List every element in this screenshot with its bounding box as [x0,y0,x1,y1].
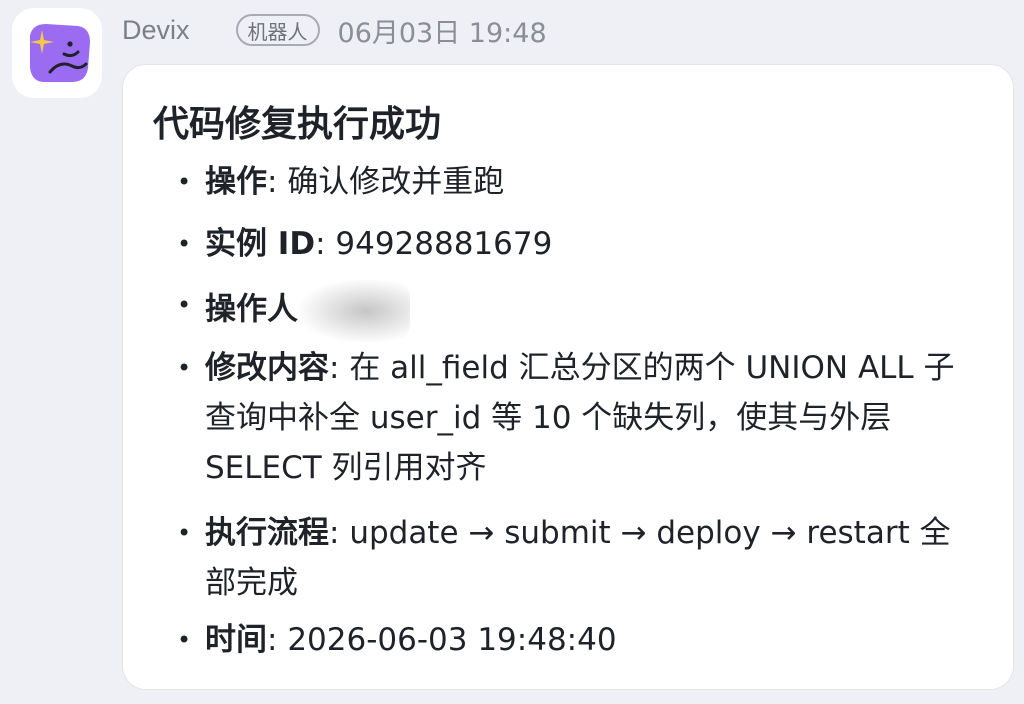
bullet: • [177,354,192,382]
list-item-operator: • 操作人 [177,280,971,342]
bullet: • [177,168,192,196]
sender-name[interactable]: Devix [122,15,190,46]
bullet: • [177,291,192,319]
list-item-pipeline: • 执行流程: update → submit → deploy → resta… [177,508,971,608]
bullet: • [177,626,192,654]
item-value: 2026-06-03 19:48:40 [287,622,617,658]
item-label: 实例 ID [205,226,316,262]
redacted-operator-name [300,280,410,342]
item-label: 执行流程 [205,515,329,551]
detail-list: • 操作: 确认修改并重跑 • 实例 ID: 94928881679 • 操作人… [123,65,1013,689]
list-item-instance-id: • 实例 ID: 94928881679 [177,219,971,269]
item-separator: : [267,622,288,658]
list-item-time: • 时间: 2026-06-03 19:48:40 [177,615,971,665]
item-label: 修改内容 [205,350,329,386]
item-separator: : [267,164,288,200]
message-header: Devix 机器人 06月03日 19:48 [122,10,547,50]
item-label: 操作人 [205,291,298,328]
item-value[interactable]: 94928881679 [335,226,552,262]
item-separator: : [329,350,350,386]
item-label: 时间 [205,622,267,658]
bot-badge: 机器人 [235,14,320,46]
list-item-changes: • 修改内容: 在 all_field 汇总分区的两个 UNION ALL 子查… [177,343,971,493]
bullet: • [177,519,192,547]
item-label: 操作 [205,164,267,200]
item-separator: : [315,226,336,262]
message-timestamp: 06月03日 19:48 [337,17,547,49]
sparkle-face-icon [30,24,90,82]
message-card[interactable]: 代码修复执行成功 • 操作: 确认修改并重跑 • 实例 ID: 94928881… [122,64,1014,690]
bullet: • [177,230,192,258]
item-separator: : [329,515,350,551]
bot-avatar[interactable] [12,8,102,98]
list-item-operation: • 操作: 确认修改并重跑 [177,157,971,207]
item-value: 确认修改并重跑 [287,164,505,200]
